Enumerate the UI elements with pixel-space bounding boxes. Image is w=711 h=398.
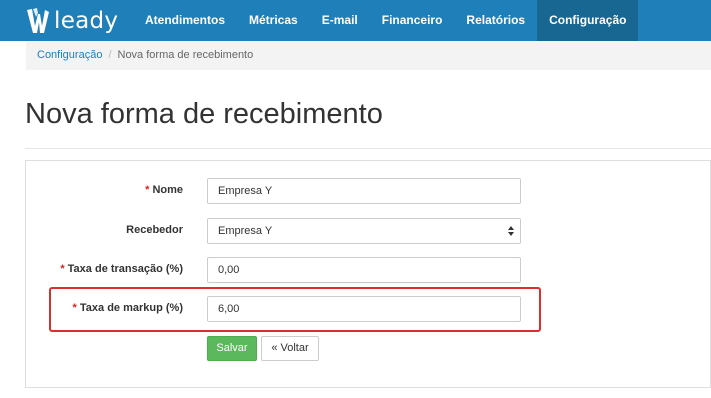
breadcrumb-separator: / (108, 49, 112, 61)
nome-label: * Nome (145, 184, 183, 196)
nav-item-relatorios[interactable]: Relatórios (454, 0, 537, 41)
nav-item-metricas[interactable]: Métricas (237, 0, 310, 41)
brand-name: leady (54, 8, 119, 34)
leady-logo-icon (27, 8, 49, 33)
back-button[interactable]: « Voltar (261, 336, 319, 361)
main-nav: Atendimentos Métricas E-mail Financeiro … (133, 0, 639, 41)
top-navbar: leady Atendimentos Métricas E-mail Finan… (0, 0, 711, 41)
taxa-transacao-input[interactable]: 0,00 (207, 257, 521, 283)
select-updown-icon (508, 226, 514, 236)
brand-logo[interactable]: leady (26, 6, 118, 36)
required-marker: * (60, 263, 65, 275)
required-marker: * (145, 184, 150, 196)
required-marker: * (72, 302, 77, 314)
taxa-markup-input[interactable]: 6,00 (207, 296, 521, 322)
nav-item-email[interactable]: E-mail (310, 0, 370, 41)
nav-item-financeiro[interactable]: Financeiro (370, 0, 455, 41)
save-button[interactable]: Salvar (207, 336, 257, 361)
recebedor-select[interactable]: Empresa Y (207, 218, 521, 244)
breadcrumb-link-configuracao[interactable]: Configuração (37, 49, 102, 61)
nav-item-atendimentos[interactable]: Atendimentos (133, 0, 237, 41)
breadcrumb-current: Nova forma de recebimento (117, 49, 254, 61)
breadcrumb: Configuração / Nova forma de recebimento (26, 41, 711, 70)
nav-item-configuracao[interactable]: Configuração (537, 0, 639, 41)
recebedor-label: Recebedor (126, 224, 183, 236)
nome-input[interactable]: Empresa Y (207, 178, 521, 204)
taxa-markup-label: * Taxa de markup (%) (72, 302, 183, 314)
page-title: Nova forma de recebimento (25, 98, 383, 130)
taxa-transacao-label: * Taxa de transação (%) (60, 263, 183, 275)
title-divider (25, 148, 711, 149)
